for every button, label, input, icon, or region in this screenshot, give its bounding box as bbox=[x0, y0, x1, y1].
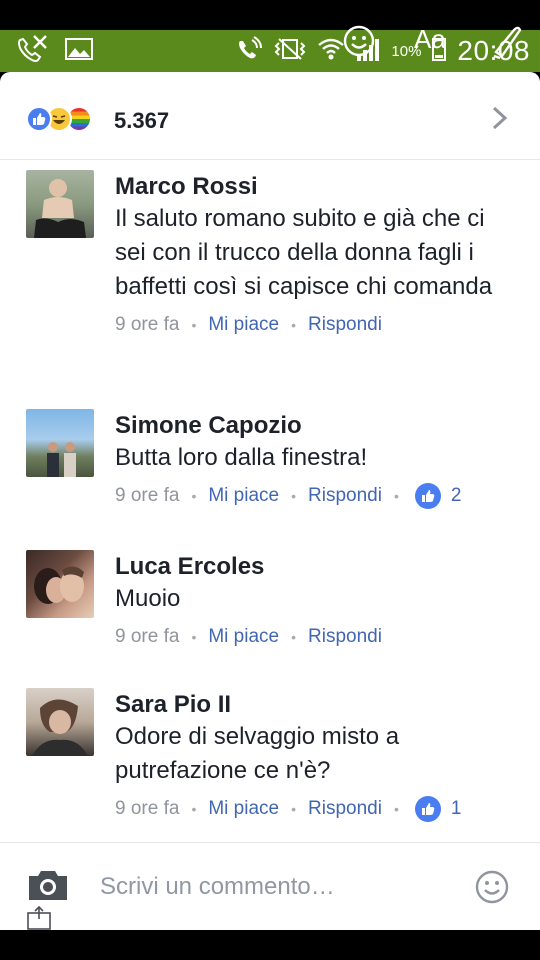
separator-dot: • bbox=[191, 801, 197, 817]
comment-author[interactable]: Marco Rossi bbox=[115, 172, 520, 202]
call-volume-icon bbox=[235, 35, 263, 67]
avatar[interactable] bbox=[26, 688, 94, 756]
comment-author[interactable]: Luca Ercoles bbox=[115, 552, 520, 582]
separator-dot: • bbox=[393, 801, 399, 817]
camera-icon[interactable] bbox=[26, 867, 70, 908]
reply-link[interactable]: Rispondi bbox=[308, 798, 382, 820]
image-icon bbox=[64, 35, 94, 68]
comment-time[interactable]: 9 ore fa bbox=[115, 485, 179, 507]
comment-meta: 9 ore fa • Mi piace • Rispondi • 1 bbox=[115, 794, 520, 824]
comment-author[interactable]: Simone Capozio bbox=[115, 411, 520, 441]
chevron-right-icon[interactable] bbox=[490, 104, 510, 132]
like-link[interactable]: Mi piace bbox=[208, 485, 279, 507]
like-count: 1 bbox=[450, 798, 462, 819]
reply-link[interactable]: Rispondi bbox=[308, 485, 382, 507]
separator-dot: • bbox=[393, 488, 399, 504]
comments-sheet: 5.367 Marco Rossi Il saluto romano subit… bbox=[0, 72, 540, 930]
reply-link[interactable]: Rispondi bbox=[308, 626, 382, 648]
overlay-text-size-label: Aa bbox=[414, 24, 446, 54]
separator-dot: • bbox=[291, 801, 296, 817]
share-icon[interactable] bbox=[26, 905, 52, 930]
comment-meta: 9 ore fa • Mi piace • Rispondi bbox=[115, 622, 520, 652]
avatar[interactable] bbox=[26, 409, 94, 477]
comment-text: Butta loro dalla finestra! bbox=[115, 444, 368, 471]
reaction-count: 5.367 bbox=[114, 108, 170, 133]
like-count: 2 bbox=[450, 485, 462, 506]
comment-meta: 9 ore fa • Mi piace • Rispondi • 2 bbox=[115, 481, 520, 511]
comment-composer bbox=[0, 842, 540, 930]
separator-dot: • bbox=[291, 629, 296, 645]
reactions-bar[interactable]: 5.367 bbox=[0, 72, 540, 160]
comment-text: Il saluto romano subito e già che ci sei… bbox=[115, 205, 493, 300]
separator-dot: • bbox=[191, 629, 197, 645]
comment-like-badge[interactable]: 1 bbox=[414, 796, 462, 822]
reply-link[interactable]: Rispondi bbox=[308, 314, 382, 336]
avatar[interactable] bbox=[26, 170, 94, 238]
sticker-smiley-icon[interactable] bbox=[474, 869, 510, 910]
comment-text: Muoio bbox=[115, 585, 181, 612]
like-icon bbox=[414, 796, 441, 822]
missed-call-icon bbox=[14, 32, 50, 71]
status-bar-right: 10% 20:08 bbox=[235, 34, 530, 68]
comment-body: Simone Capozio Butta loro dalla finestra… bbox=[115, 411, 520, 511]
like-icon bbox=[414, 483, 441, 509]
comment-text: Odore di selvaggio misto a putrefazione … bbox=[115, 723, 400, 784]
overlay-smiley-icon bbox=[342, 24, 376, 63]
top-black-band bbox=[0, 0, 540, 30]
like-reaction-icon bbox=[26, 106, 52, 132]
comment-like-badge[interactable]: 2 bbox=[414, 483, 462, 509]
separator-dot: • bbox=[291, 317, 296, 333]
comment-body: Marco Rossi Il saluto romano subito e gi… bbox=[115, 172, 520, 340]
status-bar: 10% 20:08 Aa bbox=[0, 24, 540, 72]
like-link[interactable]: Mi piace bbox=[208, 798, 279, 820]
like-link[interactable]: Mi piace bbox=[208, 626, 279, 648]
comment-author[interactable]: Sara Pio II bbox=[115, 690, 520, 720]
overlay-brush-icon bbox=[490, 22, 524, 67]
separator-dot: • bbox=[191, 488, 197, 504]
like-link[interactable]: Mi piace bbox=[208, 314, 279, 336]
comment-time[interactable]: 9 ore fa bbox=[115, 626, 179, 648]
comment-meta: 9 ore fa • Mi piace • Rispondi bbox=[115, 310, 520, 340]
comment-input[interactable] bbox=[100, 869, 460, 905]
vibrate-icon bbox=[273, 35, 307, 67]
separator-dot: • bbox=[291, 488, 296, 504]
comment-body: Luca Ercoles Muoio 9 ore fa • Mi piace •… bbox=[115, 552, 520, 652]
reaction-icons bbox=[26, 106, 92, 132]
avatar[interactable] bbox=[26, 550, 94, 618]
separator-dot: • bbox=[191, 317, 197, 333]
comment-body: Sara Pio II Odore di selvaggio misto a p… bbox=[115, 690, 520, 824]
comment-time[interactable]: 9 ore fa bbox=[115, 314, 179, 336]
comment-time[interactable]: 9 ore fa bbox=[115, 798, 179, 820]
bottom-black-band bbox=[0, 930, 540, 960]
status-bar-left bbox=[14, 34, 94, 68]
